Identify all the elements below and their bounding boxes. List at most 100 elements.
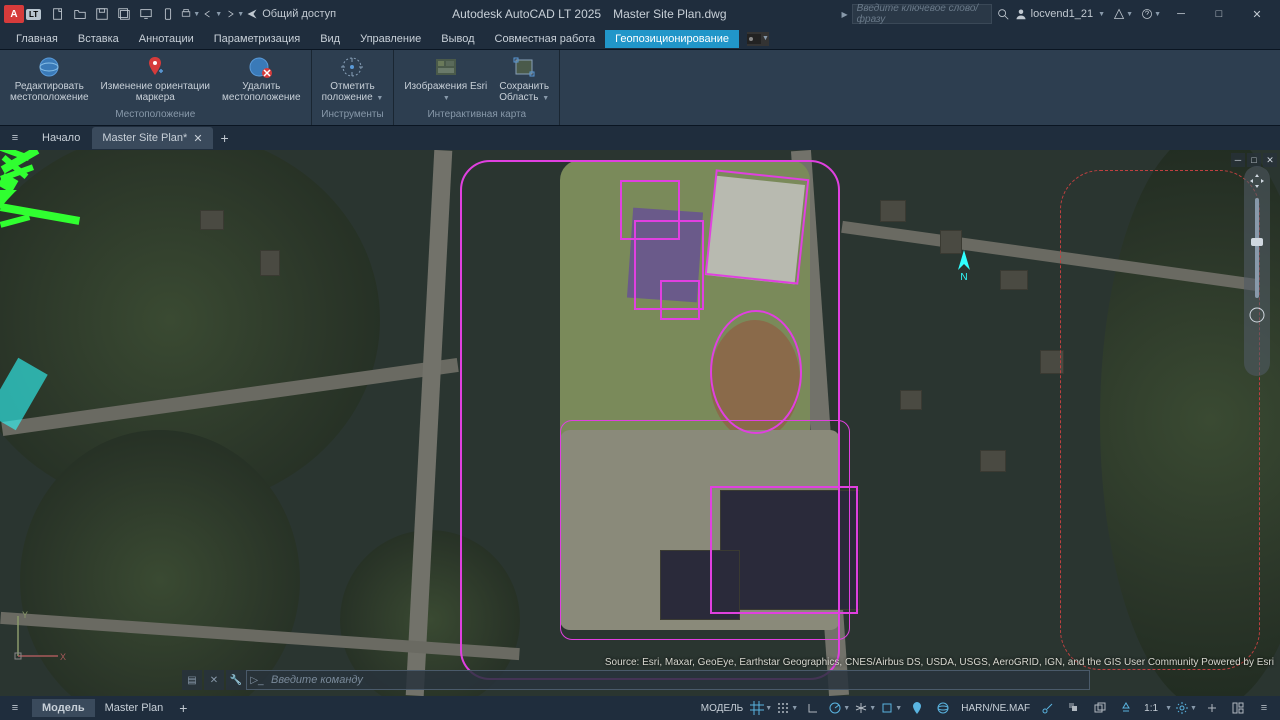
panel-title: Инструменты bbox=[312, 109, 394, 125]
tab-insert[interactable]: Вставка bbox=[68, 30, 129, 48]
drawing-canvas[interactable]: N ─ □ ✕ YX ▤ ✕ 🔧 ▷_ Введите команду Sour… bbox=[0, 150, 1280, 696]
annoscale-icon[interactable] bbox=[1114, 698, 1138, 718]
featured-apps-icon[interactable]: ▼ bbox=[747, 32, 769, 46]
autodesk-icon[interactable]: ▼ bbox=[1113, 4, 1133, 24]
mobile-icon[interactable] bbox=[158, 4, 178, 24]
selection-cycling-icon[interactable] bbox=[1088, 698, 1112, 718]
mark-position-button[interactable]: Отметитьположение ▼ bbox=[316, 52, 390, 106]
command-input[interactable]: Введите команду bbox=[267, 674, 1089, 686]
pan-icon[interactable] bbox=[1248, 172, 1266, 190]
tab-output[interactable]: Вывод bbox=[431, 30, 484, 48]
capture-area-button[interactable]: СохранитьОбласть ▼ bbox=[493, 52, 555, 106]
tab-home[interactable]: Главная bbox=[6, 30, 68, 48]
reorient-marker-button[interactable]: Изменение ориентациимаркера bbox=[95, 52, 216, 105]
panel-title: Местоположение bbox=[0, 109, 311, 125]
saveas-icon[interactable] bbox=[114, 4, 134, 24]
drawing-menu-icon[interactable]: ≡ bbox=[4, 128, 26, 148]
tab-manage[interactable]: Управление bbox=[350, 30, 431, 48]
ribbon: Редактироватьместоположение Изменение ор… bbox=[0, 50, 1280, 126]
layout-menu-icon[interactable]: ≡ bbox=[4, 698, 26, 718]
polar-icon[interactable]: ▼ bbox=[827, 698, 851, 718]
cmd-prompt-icon: ▷_ bbox=[247, 675, 267, 686]
new-icon[interactable] bbox=[48, 4, 68, 24]
edition-badge: LT bbox=[26, 9, 41, 20]
close-icon[interactable]: ✕ bbox=[1238, 0, 1276, 28]
share-label: Общий доступ bbox=[262, 8, 336, 20]
map-attribution: Source: Esri, Maxar, GeoEye, Earthstar G… bbox=[605, 657, 1274, 668]
file-name: Master Site Plan.dwg bbox=[613, 7, 726, 21]
remove-location-button[interactable]: Удалитьместоположение bbox=[216, 52, 307, 105]
svg-text:X: X bbox=[60, 652, 66, 662]
help-icon[interactable]: ▼ bbox=[1141, 4, 1161, 24]
cmd-customize-icon[interactable]: 🔧 bbox=[226, 670, 246, 690]
transparency-icon[interactable] bbox=[1062, 698, 1086, 718]
menu-bar: Главная Вставка Аннотации Параметризация… bbox=[0, 28, 1280, 50]
vp-maximize-icon[interactable]: □ bbox=[1247, 153, 1261, 167]
osnap-icon[interactable]: ▼ bbox=[879, 698, 903, 718]
svg-text:Y: Y bbox=[22, 610, 28, 620]
new-tab-button[interactable]: + bbox=[215, 128, 235, 148]
undo-icon[interactable]: ▼ bbox=[202, 4, 222, 24]
user-icon[interactable]: locvend1_21▼ bbox=[1015, 4, 1105, 24]
grid-icon[interactable]: ▼ bbox=[749, 698, 773, 718]
edit-location-button[interactable]: Редактироватьместоположение bbox=[4, 52, 95, 105]
cmd-recent-icon[interactable]: ▤ bbox=[182, 670, 202, 690]
esri-imagery-button[interactable]: Изображения Esri▼ bbox=[398, 52, 493, 106]
drawing-tab[interactable]: Master Site Plan*✕ bbox=[92, 127, 212, 149]
isodraft-icon[interactable]: ▼ bbox=[853, 698, 877, 718]
product-name: Autodesk AutoCAD LT 2025 bbox=[452, 7, 601, 21]
coord-system[interactable]: HARN/NE.MAF bbox=[957, 703, 1034, 714]
open-icon[interactable] bbox=[70, 4, 90, 24]
navigation-bar[interactable] bbox=[1244, 166, 1270, 376]
panel-tools: Отметитьположение ▼ Инструменты bbox=[312, 50, 395, 125]
save-icon[interactable] bbox=[92, 4, 112, 24]
ucs-icon: YX bbox=[8, 606, 68, 666]
tab-view[interactable]: Вид bbox=[310, 30, 350, 48]
cmd-close-icon[interactable]: ✕ bbox=[204, 670, 224, 690]
model-space-label[interactable]: МОДЕЛЬ bbox=[697, 703, 747, 714]
command-line[interactable]: ▷_ Введите команду bbox=[246, 670, 1090, 690]
ortho-icon[interactable] bbox=[801, 698, 825, 718]
redo-icon[interactable]: ▼ bbox=[224, 4, 244, 24]
cmd-history-controls: ▤ ✕ 🔧 bbox=[182, 670, 246, 690]
search-icon[interactable] bbox=[993, 4, 1013, 24]
web-icon[interactable] bbox=[136, 4, 156, 24]
geomarker-icon[interactable] bbox=[905, 698, 929, 718]
vp-minimize-icon[interactable]: ─ bbox=[1231, 153, 1245, 167]
snap-icon[interactable]: ▼ bbox=[775, 698, 799, 718]
panel-title: Интерактивная карта bbox=[394, 109, 559, 125]
title-bar: A LT ▼ ▼ ▼ Общий доступ Autodesk AutoCAD… bbox=[0, 0, 1280, 28]
tab-close-icon[interactable]: ✕ bbox=[193, 132, 202, 145]
lineweight-icon[interactable] bbox=[1036, 698, 1060, 718]
customization-icon[interactable]: ≡ bbox=[1252, 698, 1276, 718]
status-bar: ≡ Модель Master Plan + МОДЕЛЬ ▼ ▼ ▼ ▼ ▼ … bbox=[0, 696, 1280, 720]
title-center: Autodesk AutoCAD LT 2025 Master Site Pla… bbox=[337, 7, 841, 21]
geo-globe-icon[interactable] bbox=[931, 698, 955, 718]
tab-collaborate[interactable]: Совместная работа bbox=[485, 30, 606, 48]
user-name: locvend1_21 bbox=[1031, 8, 1093, 20]
north-arrow-icon: N bbox=[952, 250, 976, 282]
share-icon[interactable]: Общий доступ bbox=[246, 4, 336, 24]
tab-geolocation[interactable]: Геопозиционирование bbox=[605, 30, 739, 48]
search-input[interactable]: Введите ключевое слово/фразу bbox=[852, 4, 992, 24]
ui-config-icon[interactable] bbox=[1226, 698, 1250, 718]
vp-close-icon[interactable]: ✕ bbox=[1263, 153, 1277, 167]
app-logo[interactable]: A bbox=[4, 5, 24, 23]
panel-location: Редактироватьместоположение Изменение ор… bbox=[0, 50, 312, 125]
viewport-controls: ─ □ ✕ bbox=[1231, 153, 1277, 167]
zoom-slider[interactable] bbox=[1255, 198, 1259, 298]
nav-wheel-icon[interactable] bbox=[1248, 306, 1266, 324]
tab-annotate[interactable]: Аннотации bbox=[129, 30, 204, 48]
tab-parametric[interactable]: Параметризация bbox=[204, 30, 310, 48]
layout-masterplan[interactable]: Master Plan bbox=[95, 699, 174, 717]
gear-icon[interactable]: ▼ bbox=[1174, 698, 1198, 718]
panel-onlinemap: Изображения Esri▼ СохранитьОбласть ▼ Инт… bbox=[394, 50, 560, 125]
layout-add-button[interactable]: + bbox=[173, 698, 193, 718]
layout-model[interactable]: Модель bbox=[32, 699, 95, 717]
maximize-icon[interactable]: □ bbox=[1200, 0, 1238, 28]
scale-value[interactable]: 1:1 bbox=[1140, 703, 1162, 714]
plot-icon[interactable]: ▼ bbox=[180, 4, 200, 24]
start-tab[interactable]: Начало bbox=[32, 127, 90, 149]
workspace-icon[interactable] bbox=[1200, 698, 1224, 718]
minimize-icon[interactable]: ─ bbox=[1162, 0, 1200, 28]
